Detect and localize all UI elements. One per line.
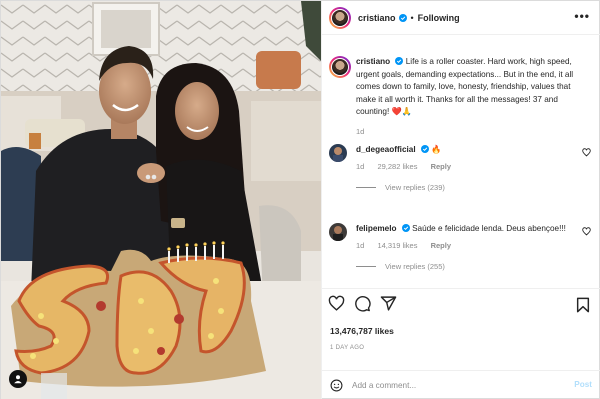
post-photo[interactable] [1,1,321,399]
post-caption: cristiano Life is a roller coaster. Hard… [329,56,591,136]
caption-username[interactable]: cristiano [356,57,390,66]
verified-badge-icon [398,13,407,22]
bookmark-icon[interactable] [576,297,590,313]
comment-timestamp[interactable]: 1d [356,241,364,250]
view-replies-button[interactable]: View replies (239) [356,183,595,192]
comment-meta: 1d 29,282 likes Reply [356,162,595,171]
comment-timestamp[interactable]: 1d [356,162,364,171]
commenter-avatar[interactable] [329,144,347,162]
comment-text-block: felipemelo Saúde e felicidade lenda. Deu… [356,223,595,234]
comment-likes[interactable]: 29,282 likes [377,162,417,171]
add-comment-bar: Post [322,370,600,399]
comment-like-heart-icon[interactable] [582,148,591,157]
separator-dot: • [410,12,414,23]
likes-count[interactable]: 13,476,787 likes [330,326,394,336]
heart-icon[interactable] [328,295,345,312]
verified-badge-icon [420,145,429,153]
reply-button[interactable]: Reply [431,241,451,250]
comment-meta: 1d 14,319 likes Reply [356,241,595,250]
reply-button[interactable]: Reply [431,162,451,171]
comments-list[interactable]: cristiano Life is a roller coaster. Hard… [322,41,600,288]
caption-text-block: cristiano Life is a roller coaster. Hard… [356,56,591,119]
commenter-avatar[interactable] [329,223,347,241]
view-replies-label: View replies (255) [385,262,445,271]
verified-badge-icon [401,224,410,232]
author-avatar[interactable] [329,6,351,29]
comment-like-heart-icon[interactable] [582,227,591,236]
comment-likes[interactable]: 14,319 likes [377,241,417,250]
replies-divider [356,187,376,188]
comment-input[interactable] [352,381,562,390]
share-icon[interactable] [380,295,397,312]
verified-badge-icon [395,57,404,65]
post-header: cristiano • Following ••• [322,1,600,35]
comment-text-block: d_degeaofficial 🔥 [356,144,595,155]
instagram-post: cristiano • Following ••• cristiano Life… [0,0,600,399]
caption-avatar[interactable] [329,56,351,78]
tagged-users-button[interactable] [9,370,27,388]
person-icon [14,375,22,384]
birthday-photo-illustration [1,1,321,399]
author-username[interactable]: cristiano [358,13,396,23]
comment-icon[interactable] [354,295,371,312]
emoji-icon[interactable] [330,379,343,392]
post-comment-button[interactable]: Post [574,380,592,389]
action-icons-row [328,295,397,312]
comment-body: 🔥 [431,145,442,154]
following-button[interactable]: Following [418,13,460,23]
view-replies-label: View replies (239) [385,183,445,192]
commenter-username[interactable]: d_degeaofficial [356,145,416,154]
view-replies-button[interactable]: View replies (255) [356,262,595,271]
replies-divider [356,266,376,267]
commenter-username[interactable]: felipemelo [356,224,397,233]
comment-item: felipemelo Saúde e felicidade lenda. Deu… [329,223,595,271]
comment-body: Saúde e felicidade lenda. Deus abençoe!!… [412,224,566,233]
post-actions: 13,476,787 likes 1 DAY AGO [322,288,600,370]
caption-timestamp[interactable]: 1d [356,127,591,136]
post-side-panel: cristiano • Following ••• cristiano Life… [321,1,600,399]
more-options-button[interactable]: ••• [574,10,590,22]
post-timestamp[interactable]: 1 DAY AGO [330,345,364,351]
comment-item: d_degeaofficial 🔥 1d 29,282 likes Reply [329,144,595,192]
